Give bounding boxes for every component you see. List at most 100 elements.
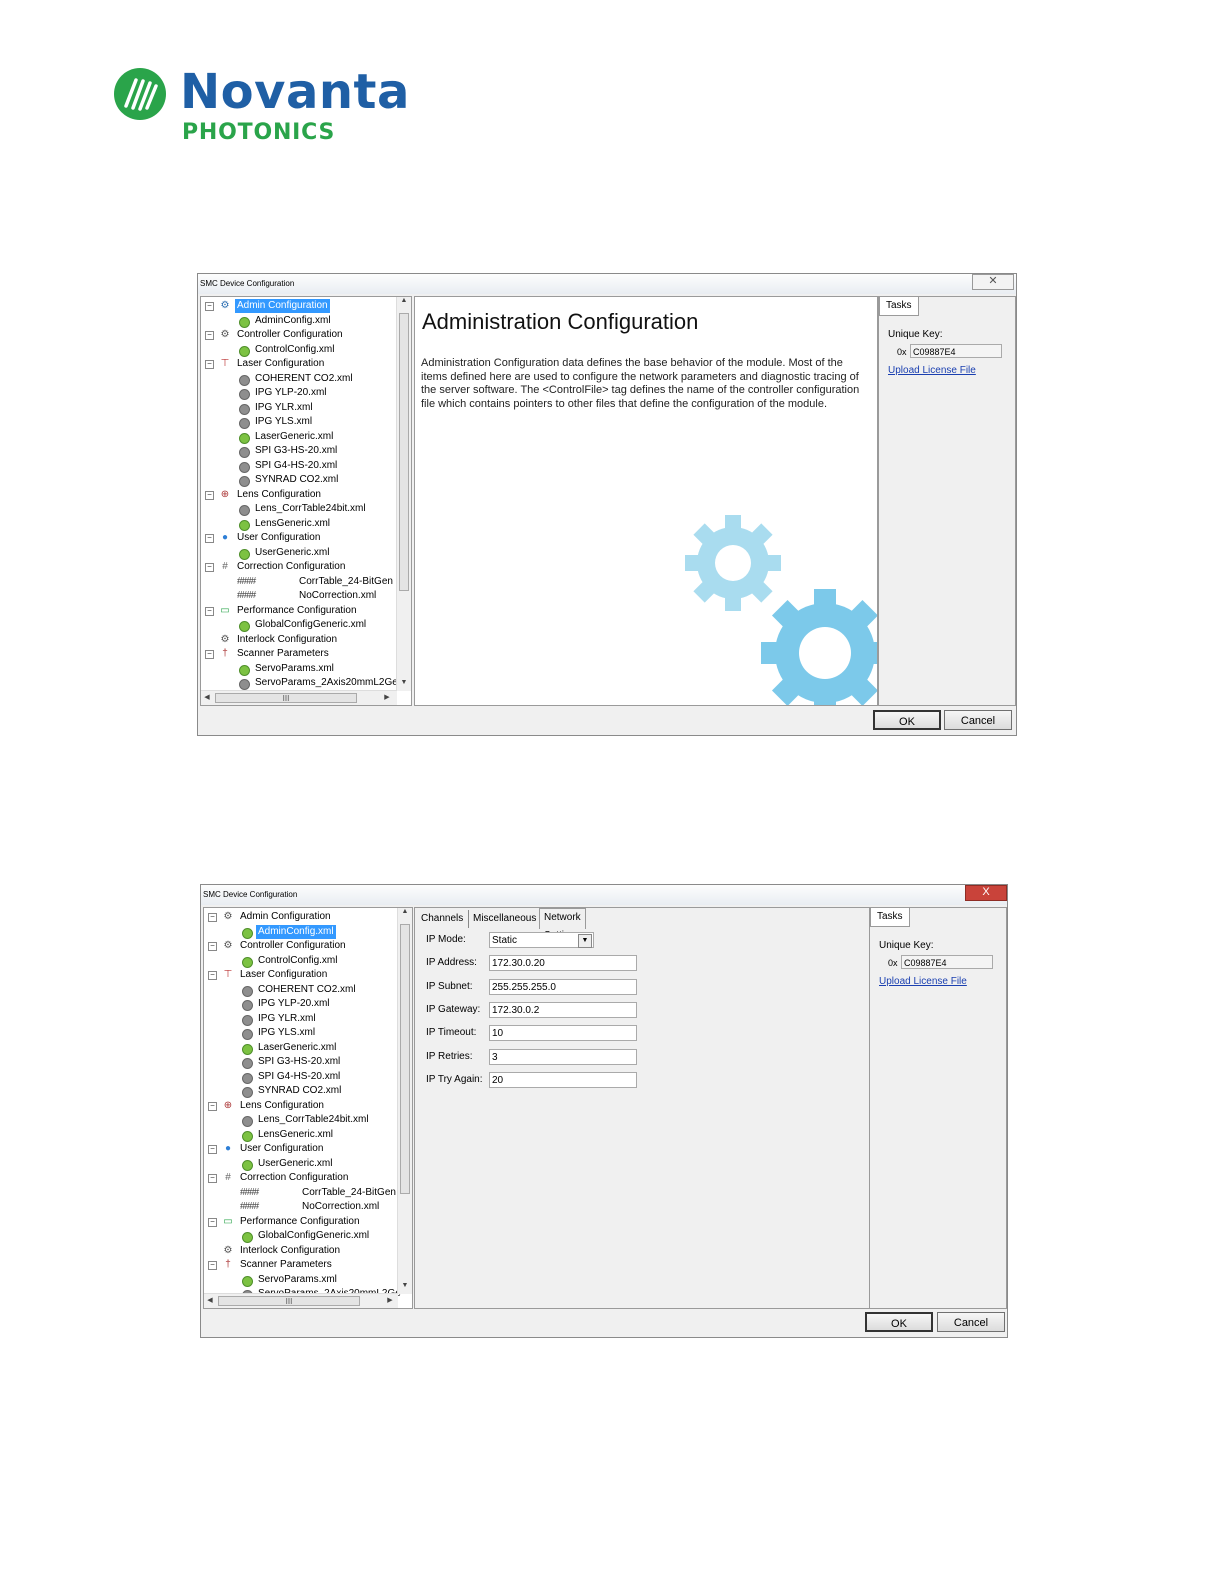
gears-illustration-icon xyxy=(685,515,877,705)
field-input[interactable]: 20 xyxy=(489,1071,637,1088)
tree-item-label: IPG YLR.xml xyxy=(255,401,313,413)
tree-horizontal-scrollbar[interactable]: ◀ III ▶ xyxy=(201,690,397,705)
status-green-icon xyxy=(239,432,250,444)
chevron-down-icon[interactable]: ▼ xyxy=(578,934,592,948)
tree-item-label: SPI G4-HS-20.xml xyxy=(255,459,338,471)
correction-grid-icon: #### xyxy=(237,590,256,601)
unique-key-field[interactable]: C09887E4 xyxy=(901,955,993,969)
field-input[interactable]: 172.30.0.2 xyxy=(489,1001,637,1018)
status-gray-icon xyxy=(242,985,253,997)
tree-item-label: IPG YLP-20.xml xyxy=(255,387,327,398)
collapse-toggle-icon[interactable]: − xyxy=(205,360,214,369)
tree-vertical-scrollbar[interactable]: ▲ ▼ xyxy=(397,908,412,1294)
tab-tasks[interactable]: Tasks xyxy=(870,908,910,927)
close-button[interactable]: ✕ xyxy=(972,274,1014,290)
collapse-toggle-icon[interactable]: − xyxy=(208,1174,217,1183)
tree-horizontal-scrollbar[interactable]: ◀ III ▶ xyxy=(204,1293,398,1308)
scroll-thumb[interactable] xyxy=(399,313,409,591)
ok-button[interactable]: OK xyxy=(873,710,941,730)
tree-item-label: ServoParams.xml xyxy=(255,662,334,674)
field-value: Static xyxy=(492,935,518,946)
tab-miscellaneous[interactable]: Miscellaneous xyxy=(468,910,540,928)
scroll-left-icon[interactable]: ◀ xyxy=(201,691,213,705)
scroll-thumb[interactable] xyxy=(400,924,410,1194)
scroll-up-icon[interactable]: ▲ xyxy=(398,908,412,920)
scanner-icon: † xyxy=(225,1259,231,1270)
window-title: SMC Device Configuration xyxy=(203,890,298,899)
user-icon: ● xyxy=(221,532,229,543)
unique-key-label: Unique Key: xyxy=(888,329,943,340)
status-gray-icon xyxy=(239,505,250,516)
upload-license-link[interactable]: Upload License File xyxy=(888,365,976,376)
config-tree[interactable]: ServoParams_2Axis20mmL2Ge ServoParams.xml… xyxy=(200,296,412,706)
tree-item-label: IPG YLS.xml xyxy=(255,416,313,427)
tree-item-label: ControlConfig.xml xyxy=(258,954,338,966)
tree-item-label: Correction Configuration xyxy=(240,1172,349,1183)
scroll-up-icon[interactable]: ▲ xyxy=(397,297,411,309)
scroll-left-icon[interactable]: ◀ xyxy=(204,1294,216,1308)
hscroll-thumb[interactable]: III xyxy=(218,1296,360,1306)
cancel-button[interactable]: Cancel xyxy=(937,1312,1005,1332)
upload-license-link[interactable]: Upload License File xyxy=(879,976,967,987)
collapse-toggle-icon[interactable]: − xyxy=(208,971,217,980)
collapse-toggle-icon[interactable]: − xyxy=(205,490,214,500)
config-tree[interactable]: ServoParams_2Axis20mmL2GeServoParams.xml… xyxy=(203,907,413,1309)
hex-prefix: 0x xyxy=(897,347,907,357)
field-input[interactable]: 10 xyxy=(489,1025,637,1042)
unique-key-field[interactable]: C09887E4 xyxy=(910,344,1002,358)
brand-name: Novanta xyxy=(180,64,410,120)
collapse-toggle-icon[interactable]: − xyxy=(205,534,214,543)
field-input[interactable]: 3 xyxy=(489,1048,637,1065)
tab-channels[interactable]: Channels xyxy=(417,910,467,928)
tab-network-settings[interactable]: Network Settings xyxy=(539,908,586,941)
correction-grid-icon: #### xyxy=(240,1201,259,1212)
scroll-right-icon[interactable]: ▶ xyxy=(384,1294,396,1308)
collapse-toggle-icon[interactable]: − xyxy=(208,1261,217,1270)
cancel-button[interactable]: Cancel xyxy=(944,710,1012,730)
ip-mode-select[interactable]: Static ▼ xyxy=(489,932,594,948)
collapse-toggle-icon[interactable]: − xyxy=(208,913,217,922)
tree-item-label: COHERENT CO2.xml xyxy=(255,372,353,384)
smc-config-window-2: SMC Device Configuration X ServoParams_2… xyxy=(200,884,1008,1338)
tree-item-label: Interlock Configuration xyxy=(237,633,338,645)
field-input[interactable]: 172.30.0.20 xyxy=(489,955,637,972)
unique-key-label: Unique Key: xyxy=(879,940,934,951)
tree-item-label: NoCorrection.xml xyxy=(299,590,377,601)
ok-button[interactable]: OK xyxy=(865,1312,933,1332)
tree-item-label: Admin Configuration xyxy=(235,299,330,313)
collapse-toggle-icon[interactable]: − xyxy=(205,650,214,659)
collapse-toggle-icon[interactable]: − xyxy=(205,302,214,311)
scroll-down-icon[interactable]: ▼ xyxy=(397,679,411,691)
tab-tasks[interactable]: Tasks xyxy=(879,297,919,316)
collapse-toggle-icon[interactable]: − xyxy=(205,331,214,340)
hscroll-thumb[interactable]: III xyxy=(215,693,357,703)
scroll-down-icon[interactable]: ▼ xyxy=(398,1282,412,1294)
tree-vertical-scrollbar[interactable]: ▲ ▼ xyxy=(396,297,411,691)
collapse-toggle-icon[interactable]: − xyxy=(208,1217,217,1227)
tree-item-label: CorrTable_24-BitGen xyxy=(299,575,393,587)
scroll-right-icon[interactable]: ▶ xyxy=(381,691,393,705)
tree-item-label: ServoParams_2Axis20mmL2Ge xyxy=(255,677,398,688)
close-button[interactable]: X xyxy=(965,885,1007,901)
details-panel: Administration Configuration Administrat… xyxy=(414,296,878,706)
tree-item-label: User Configuration xyxy=(240,1143,324,1154)
settings-panel: Channels Miscellaneous Network Settings … xyxy=(414,907,870,1309)
collapse-toggle-icon[interactable]: − xyxy=(205,563,214,572)
tree-item-label: SYNRAD CO2.xml xyxy=(258,1085,342,1096)
collapse-toggle-icon[interactable]: − xyxy=(208,942,217,951)
tree-item-label: Laser Configuration xyxy=(240,969,328,980)
collapse-toggle-icon[interactable]: − xyxy=(208,1101,217,1111)
gears-icon: ⚙ xyxy=(223,911,233,922)
field-input[interactable]: 255.255.255.0 xyxy=(489,978,637,995)
tree-item-label: Performance Configuration xyxy=(240,1215,360,1227)
tree-item-label: LensGeneric.xml xyxy=(255,517,331,529)
novanta-mark-icon xyxy=(114,68,166,120)
collapse-toggle-icon[interactable]: − xyxy=(208,1145,217,1154)
chart-icon: ▭ xyxy=(223,1215,233,1227)
tree-item-label: Laser Configuration xyxy=(237,358,325,369)
window-title: SMC Device Configuration xyxy=(200,279,295,288)
collapse-toggle-icon[interactable]: − xyxy=(205,606,214,616)
status-green-icon xyxy=(242,1043,253,1055)
tree-item-label: User Configuration xyxy=(237,532,321,543)
user-icon: ● xyxy=(224,1143,232,1154)
